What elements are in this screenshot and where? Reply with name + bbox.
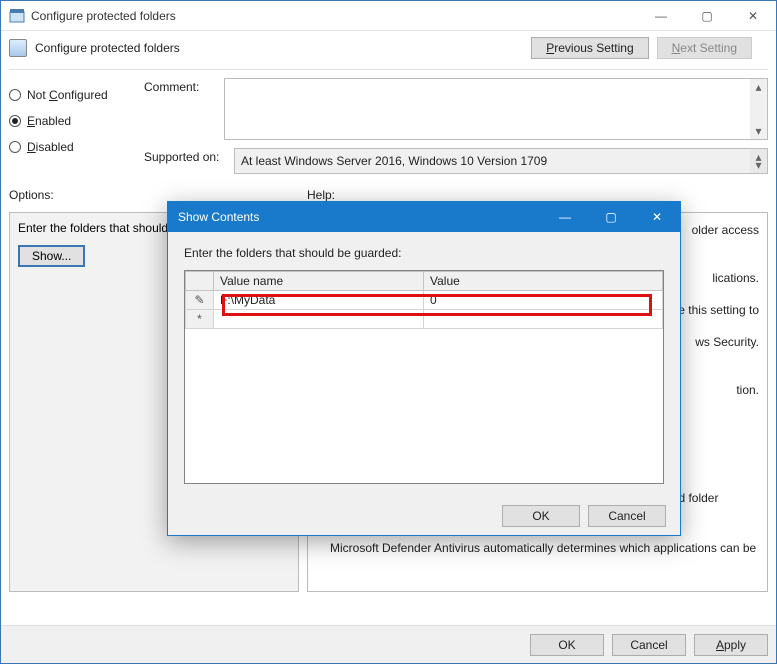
next-setting-button[interactable]: Next Setting — [657, 37, 752, 59]
dialog-titlebar: Show Contents — ▢ ✕ — [168, 202, 680, 232]
close-button[interactable]: ✕ — [730, 1, 776, 31]
help-paragraph: Microsoft Defender Antivirus automatical… — [316, 539, 759, 557]
policy-icon — [9, 39, 27, 57]
ok-button[interactable]: OK — [530, 634, 604, 656]
dialog-prompt: Enter the folders that should be guarded… — [184, 246, 664, 260]
table-row[interactable]: ✎ F:\MyData 0 — [186, 291, 663, 310]
row-header-blank — [186, 272, 214, 291]
cell-value[interactable]: 0 — [424, 291, 663, 310]
show-button[interactable]: Show... — [18, 245, 85, 267]
window-buttons: — ▢ ✕ — [638, 1, 776, 31]
cancel-button[interactable]: Cancel — [612, 634, 686, 656]
policy-header: Configure protected folders Previous Set… — [1, 31, 776, 65]
supported-label: Supported on: — [144, 148, 234, 164]
scrollbar[interactable]: ▴▾ — [750, 149, 767, 173]
comment-label: Comment: — [144, 78, 224, 94]
window-title: Configure protected folders — [31, 9, 638, 23]
maximize-button[interactable]: ▢ — [684, 1, 730, 31]
radio-dot — [9, 89, 21, 101]
setting-state-row: Not Configured Enabled Disabled Comment:… — [1, 78, 776, 182]
fields: Comment: ▴▾ Supported on: At least Windo… — [144, 78, 768, 182]
supported-on-text: At least Windows Server 2016, Windows 10… — [241, 154, 547, 168]
radio-dot — [9, 141, 21, 153]
radio-dot — [9, 115, 21, 127]
dialog-close-button[interactable]: ✕ — [634, 202, 680, 232]
col-value-name[interactable]: Value name — [214, 272, 424, 291]
dialog-ok-button[interactable]: OK — [502, 505, 580, 527]
row-marker-edit-icon: ✎ — [186, 291, 214, 310]
cell-value-name[interactable]: F:\MyData — [214, 291, 424, 310]
apply-button[interactable]: Apply — [694, 634, 768, 656]
policy-title: Configure protected folders — [35, 41, 531, 55]
previous-setting-button[interactable]: Previous Setting — [531, 37, 648, 59]
scrollbar[interactable]: ▴▾ — [750, 79, 767, 139]
dialog-minimize-button[interactable]: — — [542, 202, 588, 232]
comment-input[interactable]: ▴▾ — [224, 78, 768, 140]
cell-value-name[interactable] — [214, 310, 424, 329]
dialog-footer: OK Cancel Apply — [1, 625, 776, 663]
values-grid[interactable]: Value name Value ✎ F:\MyData 0 * — [184, 270, 664, 484]
dialog-maximize-button[interactable]: ▢ — [588, 202, 634, 232]
supported-on-box: At least Windows Server 2016, Windows 10… — [234, 148, 768, 174]
radio-not-configured[interactable]: Not Configured — [9, 82, 144, 108]
cell-value[interactable] — [424, 310, 663, 329]
state-radios: Not Configured Enabled Disabled — [9, 78, 144, 182]
show-contents-dialog: Show Contents — ▢ ✕ Enter the folders th… — [167, 201, 681, 536]
app-icon — [9, 8, 25, 24]
divider — [9, 69, 768, 70]
radio-disabled[interactable]: Disabled — [9, 134, 144, 160]
table-row[interactable]: * — [186, 310, 663, 329]
minimize-button[interactable]: — — [638, 1, 684, 31]
row-marker-new-icon: * — [186, 310, 214, 329]
radio-enabled[interactable]: Enabled — [9, 108, 144, 134]
titlebar: Configure protected folders — ▢ ✕ — [1, 1, 776, 31]
col-value[interactable]: Value — [424, 272, 663, 291]
dialog-title: Show Contents — [178, 210, 259, 224]
dialog-cancel-button[interactable]: Cancel — [588, 505, 666, 527]
